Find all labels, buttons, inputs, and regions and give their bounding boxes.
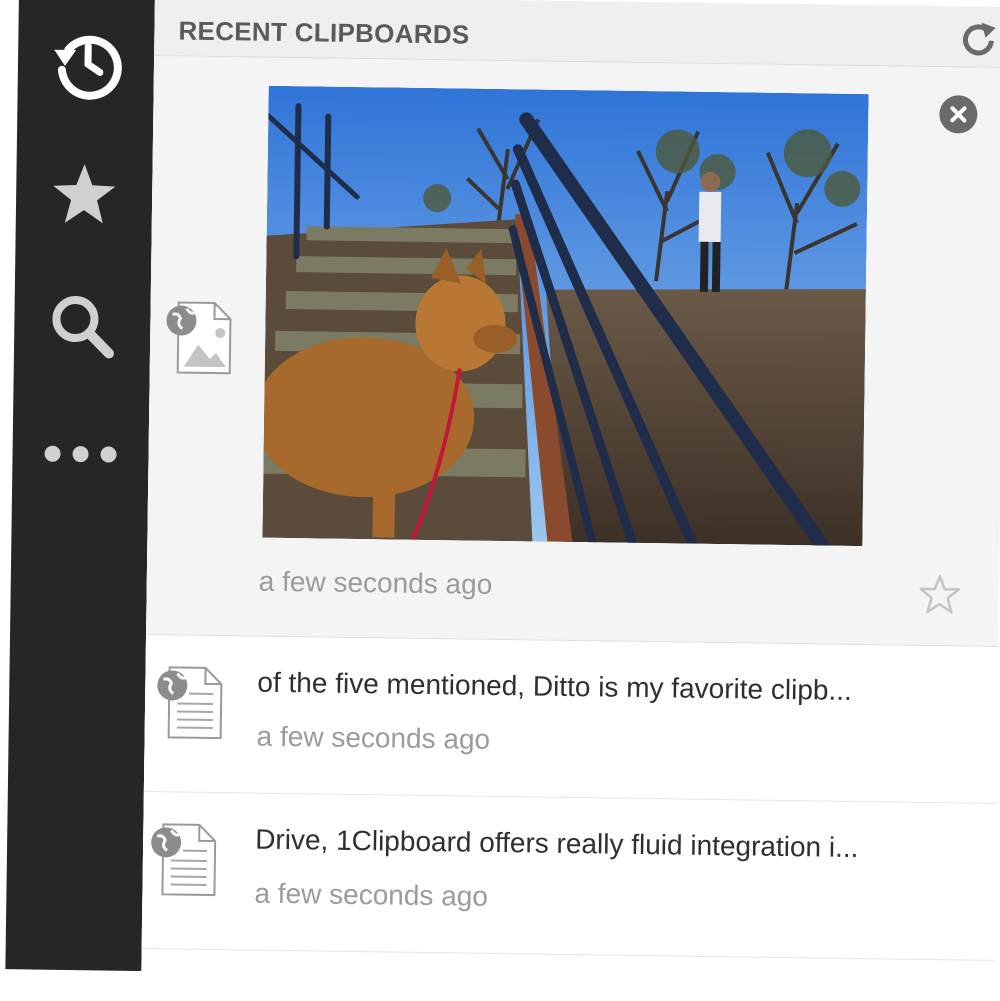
page-title: RECENT CLIPBOARDS — [178, 15, 470, 50]
clip-timestamp: a few seconds ago — [256, 721, 490, 756]
more-icon — [42, 442, 118, 467]
remove-clip-button[interactable] — [939, 95, 978, 134]
sidebar-item-favorites[interactable] — [15, 143, 152, 245]
clip-item-image[interactable]: a few seconds ago — [146, 56, 1000, 647]
web-image-icon — [164, 298, 237, 381]
web-document-icon — [155, 663, 228, 746]
clip-timestamp: a few seconds ago — [259, 566, 493, 601]
clip-timestamp: a few seconds ago — [254, 878, 488, 913]
star-outline-icon — [918, 573, 961, 616]
sidebar-item-more[interactable] — [12, 403, 149, 505]
clip-text: Drive, 1Clipboard offers really fluid in… — [255, 824, 945, 866]
clipboard-app: RECENT CLIPBOARDS — [0, 0, 1000, 1001]
sidebar-item-history[interactable] — [17, 11, 154, 113]
web-document-icon — [148, 820, 221, 903]
clip-item-text[interactable]: Drive, 1Clipboard offers really fluid in… — [142, 792, 996, 961]
sidebar-item-search[interactable] — [14, 275, 151, 377]
favorite-button[interactable] — [918, 573, 961, 616]
history-icon — [48, 24, 125, 101]
sidebar — [5, 0, 155, 971]
clip-text: of the five mentioned, Ditto is my favor… — [257, 667, 947, 709]
clip-item-text[interactable]: of the five mentioned, Ditto is my favor… — [144, 635, 998, 804]
refresh-button[interactable] — [956, 18, 1000, 63]
star-icon — [51, 161, 118, 228]
close-icon — [948, 104, 968, 124]
clip-photo — [262, 86, 868, 546]
refresh-icon — [957, 19, 1000, 62]
main-panel: RECENT CLIPBOARDS — [141, 0, 1000, 1001]
search-icon — [49, 293, 116, 360]
